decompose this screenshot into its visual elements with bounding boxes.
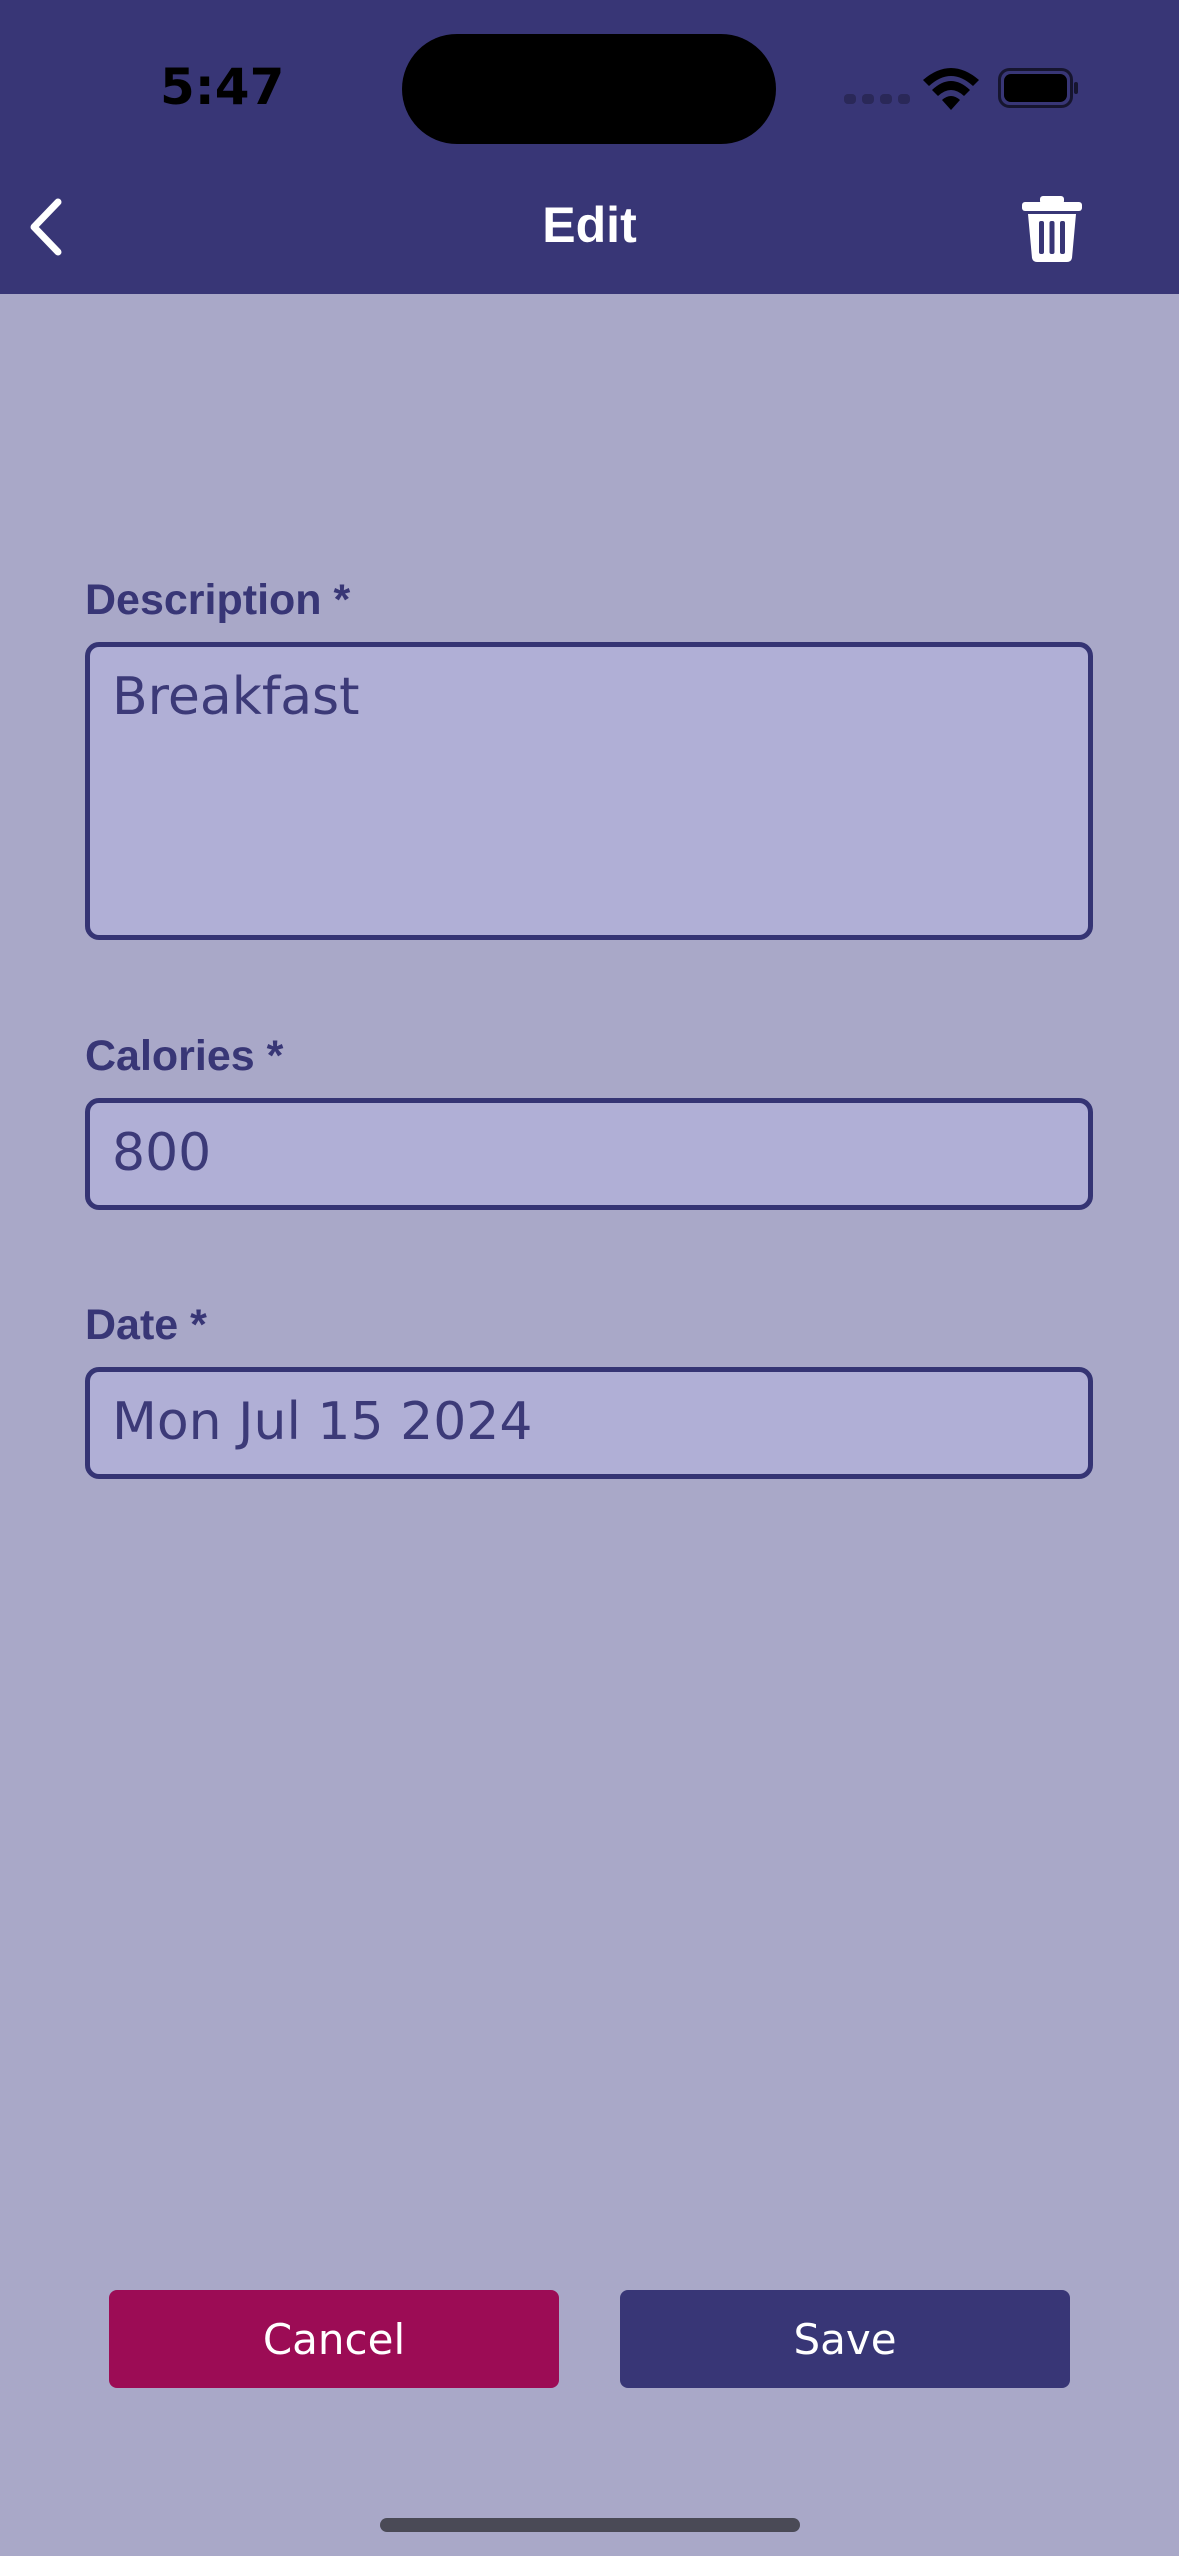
date-value: Mon Jul 15 2024: [112, 1392, 533, 1452]
description-label: Description *: [85, 576, 351, 624]
date-label: Date *: [85, 1301, 207, 1349]
trash-icon[interactable]: [1020, 194, 1084, 264]
description-value: Breakfast: [112, 667, 360, 727]
cellular-signal-icon: [844, 94, 910, 104]
calories-label: Calories *: [85, 1032, 284, 1080]
status-time: 5:47: [160, 58, 285, 116]
wifi-icon: [923, 68, 979, 110]
cancel-button[interactable]: Cancel: [109, 2290, 559, 2388]
description-field[interactable]: Breakfast: [85, 642, 1093, 940]
app-header: 5:47 Edit: [0, 0, 1179, 294]
home-indicator: [380, 2518, 800, 2532]
dynamic-island: [402, 34, 776, 144]
calories-value: 800: [112, 1123, 212, 1183]
battery-icon: [998, 68, 1078, 108]
save-button[interactable]: Save: [620, 2290, 1070, 2388]
page-title: Edit: [542, 197, 637, 253]
calories-field[interactable]: 800: [85, 1098, 1093, 1210]
date-field[interactable]: Mon Jul 15 2024: [85, 1367, 1093, 1479]
